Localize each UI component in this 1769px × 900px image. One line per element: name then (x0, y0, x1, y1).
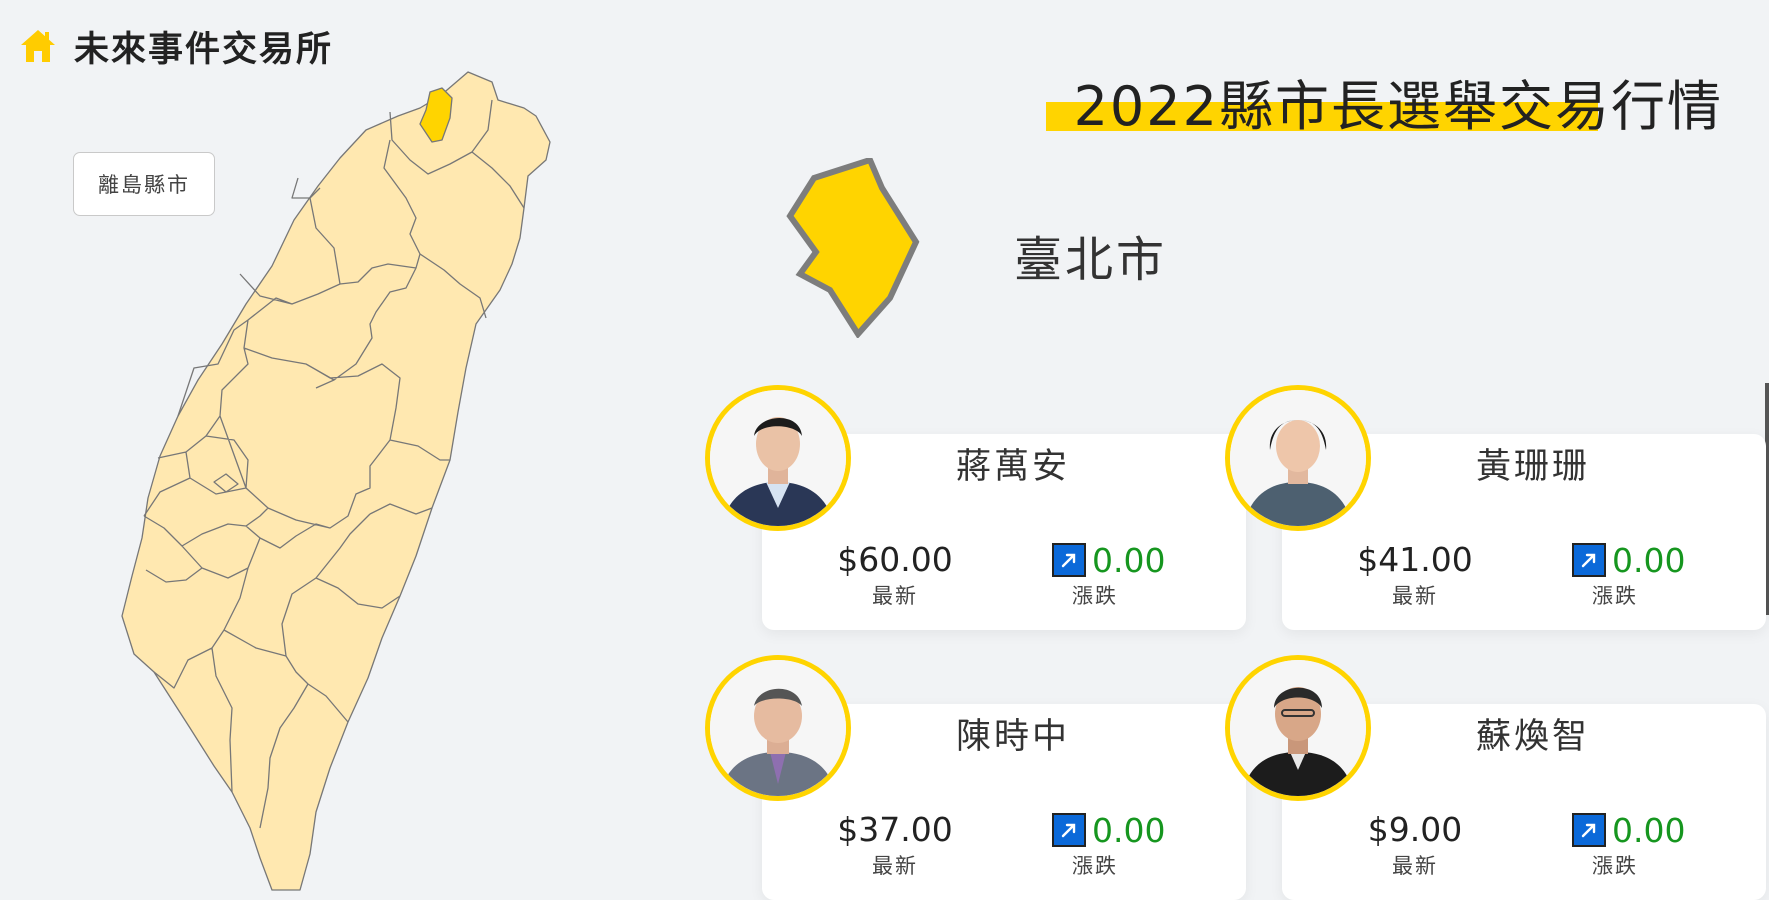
price-change: 0.00 (1052, 810, 1165, 850)
candidate-card[interactable]: 陳時中 $37.00 最新 0.00 漲跌 (705, 655, 1246, 900)
taiwan-outline (121, 71, 551, 891)
county-name: 臺北市 (1014, 232, 1168, 288)
arrow-up-right-icon (1572, 813, 1606, 847)
page-header: 2022縣市長選舉交易行情 (1046, 62, 1746, 142)
candidate-card[interactable]: 蘇煥智 $9.00 最新 0.00 漲跌 (1225, 655, 1766, 900)
candidate-avatar (705, 385, 851, 531)
latest-price-label: 最新 (1392, 854, 1438, 878)
latest-price-label: 最新 (872, 854, 918, 878)
candidate-card[interactable]: 黃珊珊 $41.00 最新 0.00 漲跌 (1225, 385, 1766, 630)
change-label: 漲跌 (1592, 854, 1638, 878)
change-label: 漲跌 (1592, 584, 1638, 608)
change-value: 0.00 (1092, 540, 1166, 580)
latest-price: $60.00 (837, 540, 953, 579)
change-value: 0.00 (1092, 810, 1166, 850)
candidate-name: 蔣萬安 (956, 447, 1071, 487)
home-icon (18, 26, 58, 66)
latest-price: $37.00 (837, 810, 953, 849)
latest-price-label: 最新 (1392, 584, 1438, 608)
candidate-name: 黃珊珊 (1476, 447, 1591, 487)
price-change: 0.00 (1052, 540, 1165, 580)
candidate-avatar (1225, 385, 1371, 531)
latest-price: $41.00 (1357, 540, 1473, 579)
arrow-up-right-icon (1052, 813, 1086, 847)
arrow-up-right-icon (1572, 543, 1606, 577)
latest-price-label: 最新 (872, 584, 918, 608)
price-change: 0.00 (1572, 810, 1685, 850)
change-label: 漲跌 (1072, 854, 1118, 878)
candidate-avatar (1225, 655, 1371, 801)
arrow-up-right-icon (1052, 543, 1086, 577)
candidate-avatar (705, 655, 851, 801)
brand-title: 未來事件交易所 (74, 29, 334, 70)
candidate-name: 陳時中 (956, 717, 1071, 757)
brand-link[interactable]: 未來事件交易所 (18, 26, 333, 70)
county-shape-icon (786, 158, 920, 338)
change-value: 0.00 (1612, 540, 1686, 580)
candidate-name: 蘇煥智 (1476, 717, 1591, 757)
page-title: 2022縣市長選舉交易行情 (1073, 75, 1723, 138)
taiwan-map (121, 71, 551, 891)
change-value: 0.00 (1612, 810, 1686, 850)
change-label: 漲跌 (1072, 584, 1118, 608)
candidate-card[interactable]: 蔣萬安 $60.00 最新 0.00 漲跌 (705, 385, 1246, 630)
price-change: 0.00 (1572, 540, 1685, 580)
latest-price: $9.00 (1367, 810, 1463, 849)
